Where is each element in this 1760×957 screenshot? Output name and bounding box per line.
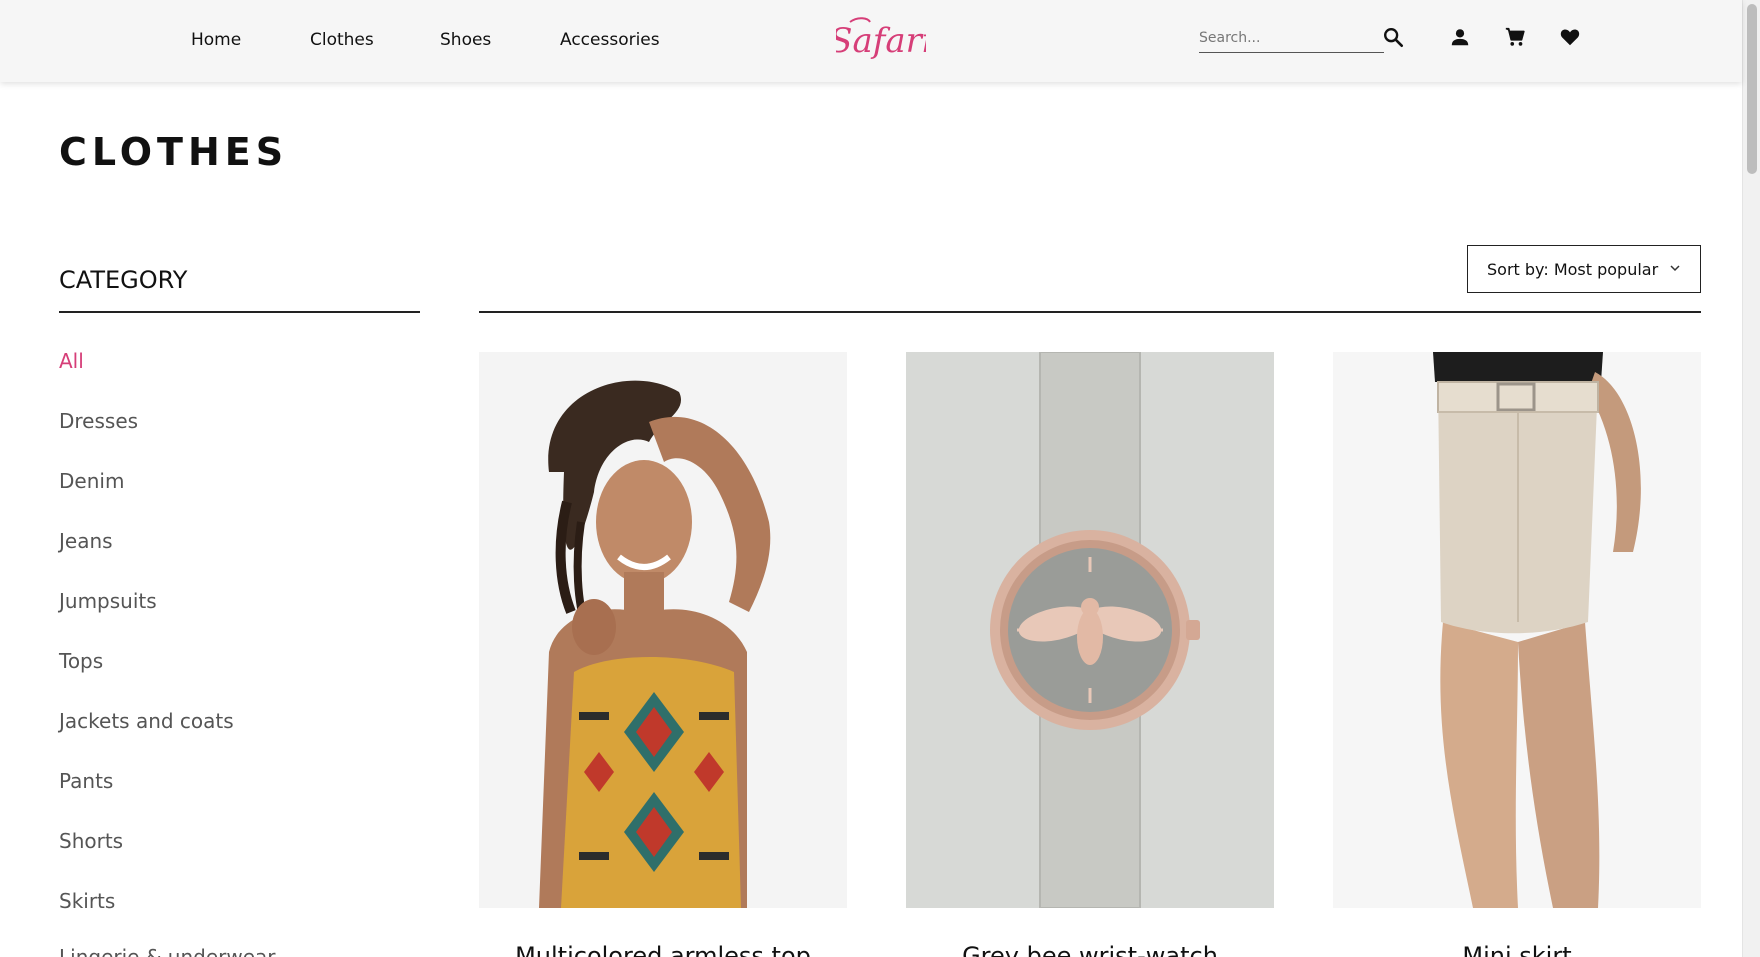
category-heading: CATEGORY xyxy=(59,266,188,294)
account-icon[interactable] xyxy=(1447,24,1473,50)
products-divider xyxy=(479,311,1701,313)
safari-logo[interactable]: Safari xyxy=(836,12,926,68)
logo-text: Safari xyxy=(836,21,926,61)
product-card[interactable]: Multicolored armless top xyxy=(479,352,847,957)
nav-home[interactable]: Home xyxy=(191,30,241,50)
product-name[interactable]: Mini skirt xyxy=(1333,942,1701,957)
page-title: CLOTHES xyxy=(59,130,289,174)
nav-shoes[interactable]: Shoes xyxy=(440,30,491,50)
category-item-all[interactable]: All xyxy=(59,349,84,373)
product-name[interactable]: Grey bee wrist-watch xyxy=(906,942,1274,957)
nav-clothes[interactable]: Clothes xyxy=(310,30,374,50)
category-item-dresses[interactable]: Dresses xyxy=(59,409,138,433)
product-image-skirt[interactable] xyxy=(1333,352,1701,908)
category-divider xyxy=(59,311,420,313)
category-item-tops[interactable]: Tops xyxy=(59,649,103,673)
page: { "header": { "nav": [ {"label": "Home"}… xyxy=(0,0,1760,957)
product-card[interactable]: Mini skirt xyxy=(1333,352,1701,957)
search-input[interactable] xyxy=(1199,26,1359,50)
nav-accessories[interactable]: Accessories xyxy=(560,30,660,50)
category-item-jumpsuits[interactable]: Jumpsuits xyxy=(59,589,157,613)
search-field[interactable] xyxy=(1199,26,1384,53)
heart-icon[interactable] xyxy=(1557,24,1583,50)
sort-label: Sort by: Most popular xyxy=(1487,259,1659,279)
category-item-denim[interactable]: Denim xyxy=(59,469,124,493)
product-name[interactable]: Multicolored armless top xyxy=(479,942,847,957)
sort-dropdown[interactable]: Sort by: Most popular xyxy=(1467,245,1701,293)
product-image-watch[interactable] xyxy=(906,352,1274,908)
category-item-skirts[interactable]: Skirts xyxy=(59,889,115,913)
page-scrollbar[interactable] xyxy=(1742,0,1760,957)
cart-icon[interactable] xyxy=(1502,24,1528,50)
category-item-lingerie[interactable]: Lingerie & underwear xyxy=(59,945,275,957)
search-icon[interactable] xyxy=(1380,24,1406,50)
product-image-top[interactable] xyxy=(479,352,847,908)
category-item-shorts[interactable]: Shorts xyxy=(59,829,123,853)
category-item-jeans[interactable]: Jeans xyxy=(59,529,113,553)
category-item-pants[interactable]: Pants xyxy=(59,769,113,793)
chevron-down-icon xyxy=(1670,265,1680,272)
product-card[interactable]: Grey bee wrist-watch xyxy=(906,352,1274,957)
scroll-thumb[interactable] xyxy=(1747,4,1757,174)
category-item-jackets-and-coats[interactable]: Jackets and coats xyxy=(59,709,234,733)
top-navbar: Home Clothes Shoes Accessories Safari xyxy=(0,0,1742,82)
